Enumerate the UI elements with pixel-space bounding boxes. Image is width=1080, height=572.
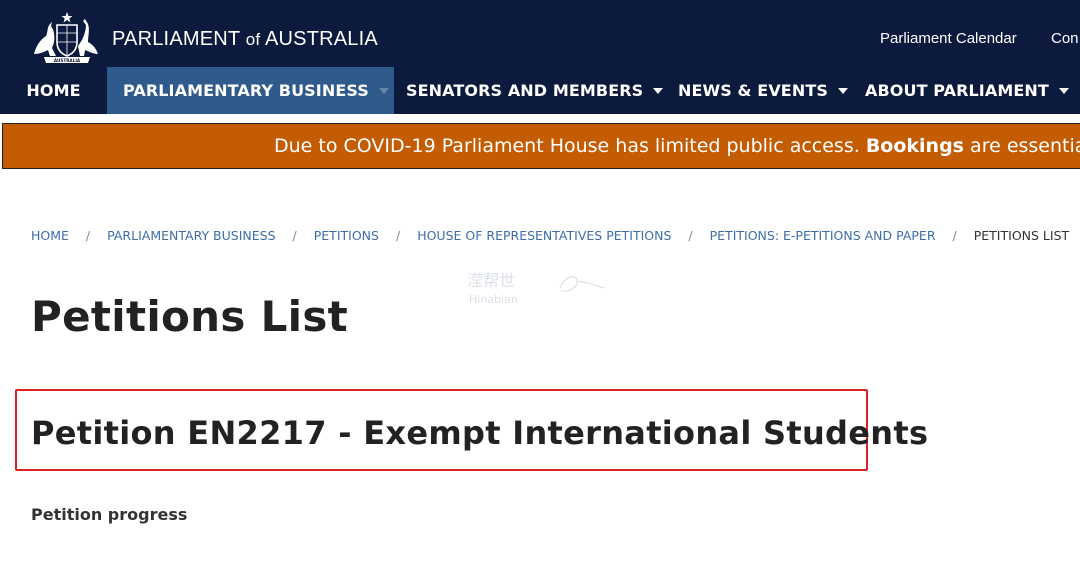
nav-item-about-parliament[interactable]: ABOUT PARLIAMENT xyxy=(865,67,1069,114)
page-title: Petitions List xyxy=(31,292,349,341)
nav-item-parliamentary-business[interactable]: PARLIAMENTARY BUSINESS xyxy=(107,67,394,114)
covid-alert-banner: Due to COVID-19 Parliament House has lim… xyxy=(2,123,1080,169)
breadcrumb-separator: / xyxy=(952,228,957,243)
breadcrumb: HOME / PARLIAMENTARY BUSINESS / PETITIONS / HO… xyxy=(31,228,1069,243)
nav-item-label: PARLIAMENTARY BUSINESS xyxy=(123,81,369,100)
svg-text:AUSTRALIA: AUSTRALIA xyxy=(54,58,81,63)
petition-heading: Petition EN2217 - Exempt International S… xyxy=(31,414,929,452)
nav-item-label: NEWS & EVENTS xyxy=(678,81,828,100)
breadcrumb-house-petitions[interactable]: HOUSE OF REPRESENTATIVES PETITIONS xyxy=(417,228,671,243)
alert-text-continued: are essential for a xyxy=(970,135,1080,157)
bookings-link[interactable]: Bookings xyxy=(866,135,964,157)
nav-item-news-events[interactable]: NEWS & EVENTS xyxy=(678,67,848,114)
nav-item-label: HOME xyxy=(26,81,81,100)
main-nav: HOME PARLIAMENTARY BUSINESS SENATORS AND… xyxy=(0,67,1080,114)
breadcrumb-separator: / xyxy=(395,228,401,243)
site-title-prefix: PARLIAMENT xyxy=(112,28,240,50)
chevron-down-icon xyxy=(837,87,848,94)
nav-item-label: ABOUT PARLIAMENT xyxy=(865,81,1049,100)
chevron-down-icon xyxy=(1058,87,1069,94)
hinabian-watermark: 滢帮世 Hinabian xyxy=(467,271,606,306)
chevron-down-icon xyxy=(378,87,389,94)
chevron-down-icon xyxy=(653,87,664,94)
svg-text:滢帮世: 滢帮世 xyxy=(467,271,515,290)
svg-text:Hinabian: Hinabian xyxy=(469,293,518,306)
breadcrumb-petitions[interactable]: PETITIONS xyxy=(314,228,379,243)
petition-progress-label: Petition progress xyxy=(31,505,188,524)
nav-item-senators-and-members[interactable]: SENATORS AND MEMBERS xyxy=(406,67,664,114)
breadcrumb-e-petitions-and-paper[interactable]: PETITIONS: E-PETITIONS AND PAPER xyxy=(710,228,936,243)
parliament-calendar-link[interactable]: Parliament Calendar xyxy=(880,30,1017,47)
breadcrumb-separator: / xyxy=(688,228,693,243)
site-header: AUSTRALIA PARLIAMENT of AUSTRALIA Parlia… xyxy=(0,0,1080,67)
breadcrumb-current: PETITIONS LIST xyxy=(973,228,1070,243)
coat-of-arms-logo[interactable]: AUSTRALIA xyxy=(30,10,104,64)
contact-link[interactable]: Con xyxy=(1051,30,1079,47)
site-title-suffix: AUSTRALIA xyxy=(264,28,378,50)
nav-item-label: SENATORS AND MEMBERS xyxy=(406,81,644,100)
nav-item-home[interactable]: HOME xyxy=(0,67,107,114)
breadcrumb-separator: / xyxy=(85,228,91,243)
breadcrumb-home[interactable]: HOME xyxy=(31,228,69,243)
site-title[interactable]: PARLIAMENT of AUSTRALIA xyxy=(112,28,378,51)
site-title-of: of xyxy=(245,30,261,49)
breadcrumb-parliamentary-business[interactable]: PARLIAMENTARY BUSINESS xyxy=(107,228,275,243)
alert-text: Due to COVID-19 Parliament House has lim… xyxy=(274,135,860,157)
breadcrumb-separator: / xyxy=(292,228,297,243)
